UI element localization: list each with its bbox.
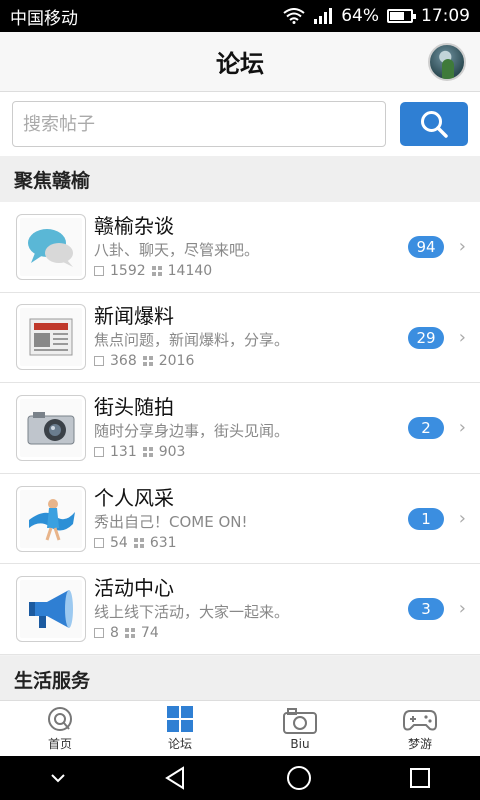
new-count-badge: 29 [408,326,444,349]
search-button[interactable] [400,102,468,146]
chevron-right-icon: › [458,507,466,529]
forum-name: 个人风采 [94,485,174,510]
tab-label: 梦游 [407,737,432,751]
chat-bubble-icon [16,213,86,280]
reply-count-icon [151,265,162,276]
post-count-icon [94,446,104,457]
tab-forum[interactable]: 论坛 [120,701,240,756]
section-header: 聚焦赣榆 [0,156,480,202]
chevron-down-icon[interactable] [48,771,68,785]
tab-label: 首页 [47,737,72,751]
post-count-icon [94,537,104,548]
camera-icon [283,707,317,734]
reply-count-icon [142,356,153,367]
forum-name: 赣榆杂谈 [94,213,174,238]
reply-count-icon [133,537,144,548]
gamepad-icon [403,710,437,731]
post-count: 54 [110,534,128,551]
search-input[interactable] [12,101,386,147]
back-icon[interactable] [163,765,189,791]
section-header: 生活服务 [0,656,480,702]
search-bar [0,92,480,156]
reply-count: 903 [158,443,186,460]
bottom-tab-bar: 首页 论坛 Biu 梦游 [0,700,480,756]
home-icon [48,707,72,731]
battery-icon [387,9,416,23]
forum-name: 街头随拍 [94,394,174,419]
new-count-badge: 94 [408,236,444,258]
megaphone-icon [16,576,86,643]
post-count-icon [94,356,104,367]
carrier-name: 中国移动 [10,8,78,29]
new-count-badge: 2 [408,417,444,440]
camera-photo-icon [16,394,86,461]
forum-grid-icon [167,706,193,732]
forum-name: 新闻爆料 [94,304,174,329]
chevron-right-icon: › [458,417,466,439]
search-icon [421,111,448,138]
chevron-right-icon: › [458,326,466,348]
tab-label: Biu [290,736,310,751]
forum-name: 活动中心 [94,576,174,601]
post-count-icon [94,628,104,639]
chevron-right-icon: › [458,598,466,620]
home-circle-icon[interactable] [285,764,313,792]
post-count-icon [94,265,104,276]
wifi-icon [283,8,305,24]
tab-biu[interactable]: Biu [240,701,360,756]
reply-count: 14140 [167,262,213,279]
forum-item[interactable]: 赣榆杂谈 八卦、聊天，尽管来吧。 1592 14140 94 › [0,202,480,293]
forum-item[interactable]: 个人风采 秀出自己！COME ON! 54 631 1 › [0,474,480,565]
post-count: 131 [110,443,137,460]
newspaper-icon [16,304,86,371]
forum-item[interactable]: 活动中心 线上线下活动，大家一起来。 8 74 3 › [0,564,480,655]
forum-item[interactable]: 街头随拍 随时分享身边事，街头见闻。 131 903 2 › [0,383,480,474]
user-avatar[interactable] [428,43,466,81]
app-header: 论坛 [0,32,480,92]
tab-label: 论坛 [167,737,192,751]
reply-count: 631 [149,534,177,551]
reply-count-icon [142,446,153,457]
reply-count-icon [124,628,135,639]
battery-percent: 64% [341,6,379,26]
post-count: 368 [110,353,137,370]
new-count-badge: 3 [408,598,444,621]
post-count: 1592 [110,262,146,279]
status-bar: 中国移动 64% 17:09 [0,0,480,32]
recent-apps-icon[interactable] [408,766,432,790]
reply-count: 2016 [158,353,195,370]
system-nav-bar [0,756,480,800]
tab-home[interactable]: 首页 [0,701,120,756]
clock: 17:09 [421,6,470,26]
post-count: 8 [110,625,119,642]
page-title: 论坛 [216,50,264,78]
forum-item[interactable]: 新闻爆料 焦点问题，新闻爆料，分享。 368 2016 29 › [0,293,480,384]
new-count-badge: 1 [408,507,444,530]
forum-list: 赣榆杂谈 八卦、聊天，尽管来吧。 1592 14140 94 › 新闻爆料 焦点… [0,202,480,655]
chevron-right-icon: › [458,236,466,257]
reply-count: 74 [140,625,159,642]
dancer-icon [16,485,86,552]
tab-game[interactable]: 梦游 [360,701,480,756]
signal-icon [314,8,333,24]
